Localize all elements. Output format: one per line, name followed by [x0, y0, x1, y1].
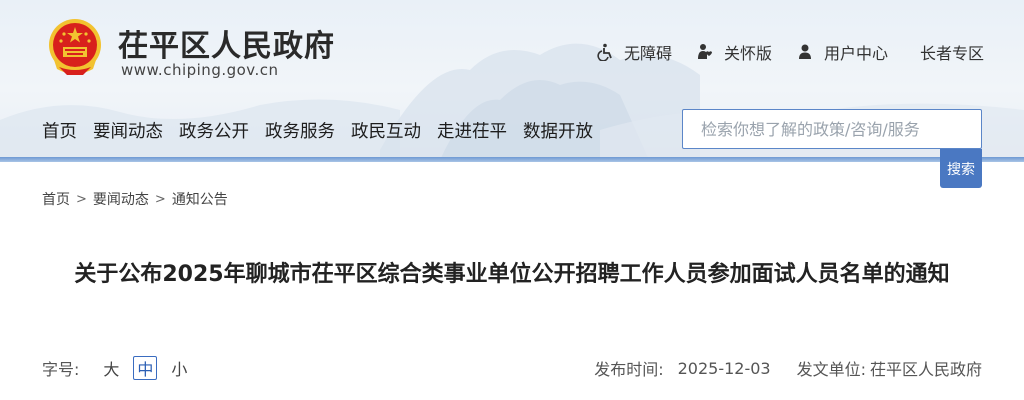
font-size-large[interactable]: 大 [99, 356, 123, 380]
publish-info: 发布时间: 2025-12-03 发文单位: 茌平区人民政府 [594, 356, 982, 380]
site-title: 茌平区人民政府 [118, 29, 335, 64]
header-border [0, 157, 1024, 162]
publisher: 茌平区人民政府 [869, 360, 982, 379]
breadcrumb-separator: > [154, 191, 166, 207]
accessibility-link[interactable]: 无障碍 [596, 40, 672, 64]
search-input[interactable] [683, 110, 981, 148]
user-icon [799, 44, 812, 59]
nav-item-news[interactable]: 要闻动态 [93, 118, 163, 143]
article-meta: 字号: 大 中 小 发布时间: 2025-12-03 发文单位: 茌平区人民政府 [42, 356, 982, 380]
search-button[interactable]: 搜索 [940, 149, 982, 188]
breadcrumb-home[interactable]: 首页 [42, 189, 70, 209]
publish-time: 2025-12-03 [677, 358, 771, 378]
publisher-label: 发文单位: [796, 360, 866, 379]
article-title: 关于公布2025年聊城市茌平区综合类事业单位公开招聘工作人员参加面试人员名单的通… [74, 262, 950, 287]
user-center-link[interactable]: 用户中心 [796, 40, 888, 64]
nav-item-about[interactable]: 走进茌平 [437, 118, 507, 143]
nav-item-interaction[interactable]: 政民互动 [351, 118, 421, 143]
font-size-switcher: 字号: 大 中 小 [42, 356, 201, 380]
elder-zone-link[interactable]: 长者专区 [920, 40, 984, 64]
top-links: 无障碍 关怀版 用户中心 长者专区 [596, 40, 984, 64]
site-header: 茌平区人民政府 www.chiping.gov.cn 无障碍 关怀版 用户中心 … [0, 0, 1024, 162]
care-version-link[interactable]: 关怀版 [696, 40, 772, 64]
user-center-label: 用户中心 [824, 44, 889, 63]
nav-item-open-data[interactable]: 数据开放 [523, 118, 593, 143]
wheelchair-icon [597, 43, 612, 61]
elder-zone-label: 长者专区 [920, 44, 985, 63]
font-size-medium[interactable]: 中 [133, 356, 158, 380]
nav-item-public-affairs[interactable]: 政务公开 [179, 118, 249, 143]
site-url: www.chiping.gov.cn [121, 61, 279, 79]
breadcrumb: 首页 > 要闻动态 > 通知公告 [42, 189, 228, 209]
publish-time-label: 发布时间: [594, 360, 664, 379]
nav-item-home[interactable]: 首页 [42, 118, 77, 143]
font-size-small[interactable]: 小 [167, 356, 191, 380]
breadcrumb-notices[interactable]: 通知公告 [172, 189, 228, 209]
font-size-label: 字号: [42, 360, 80, 379]
national-emblem-icon [49, 19, 101, 75]
search-box [682, 109, 982, 149]
breadcrumb-separator: > [76, 191, 87, 207]
accessibility-label: 无障碍 [624, 44, 673, 63]
care-icon [698, 44, 713, 59]
main-nav: 首页 要闻动态 政务公开 政务服务 政民互动 走进茌平 数据开放 [42, 118, 609, 142]
nav-item-services[interactable]: 政务服务 [265, 118, 335, 143]
care-version-label: 关怀版 [724, 44, 773, 63]
breadcrumb-news[interactable]: 要闻动态 [93, 189, 149, 209]
